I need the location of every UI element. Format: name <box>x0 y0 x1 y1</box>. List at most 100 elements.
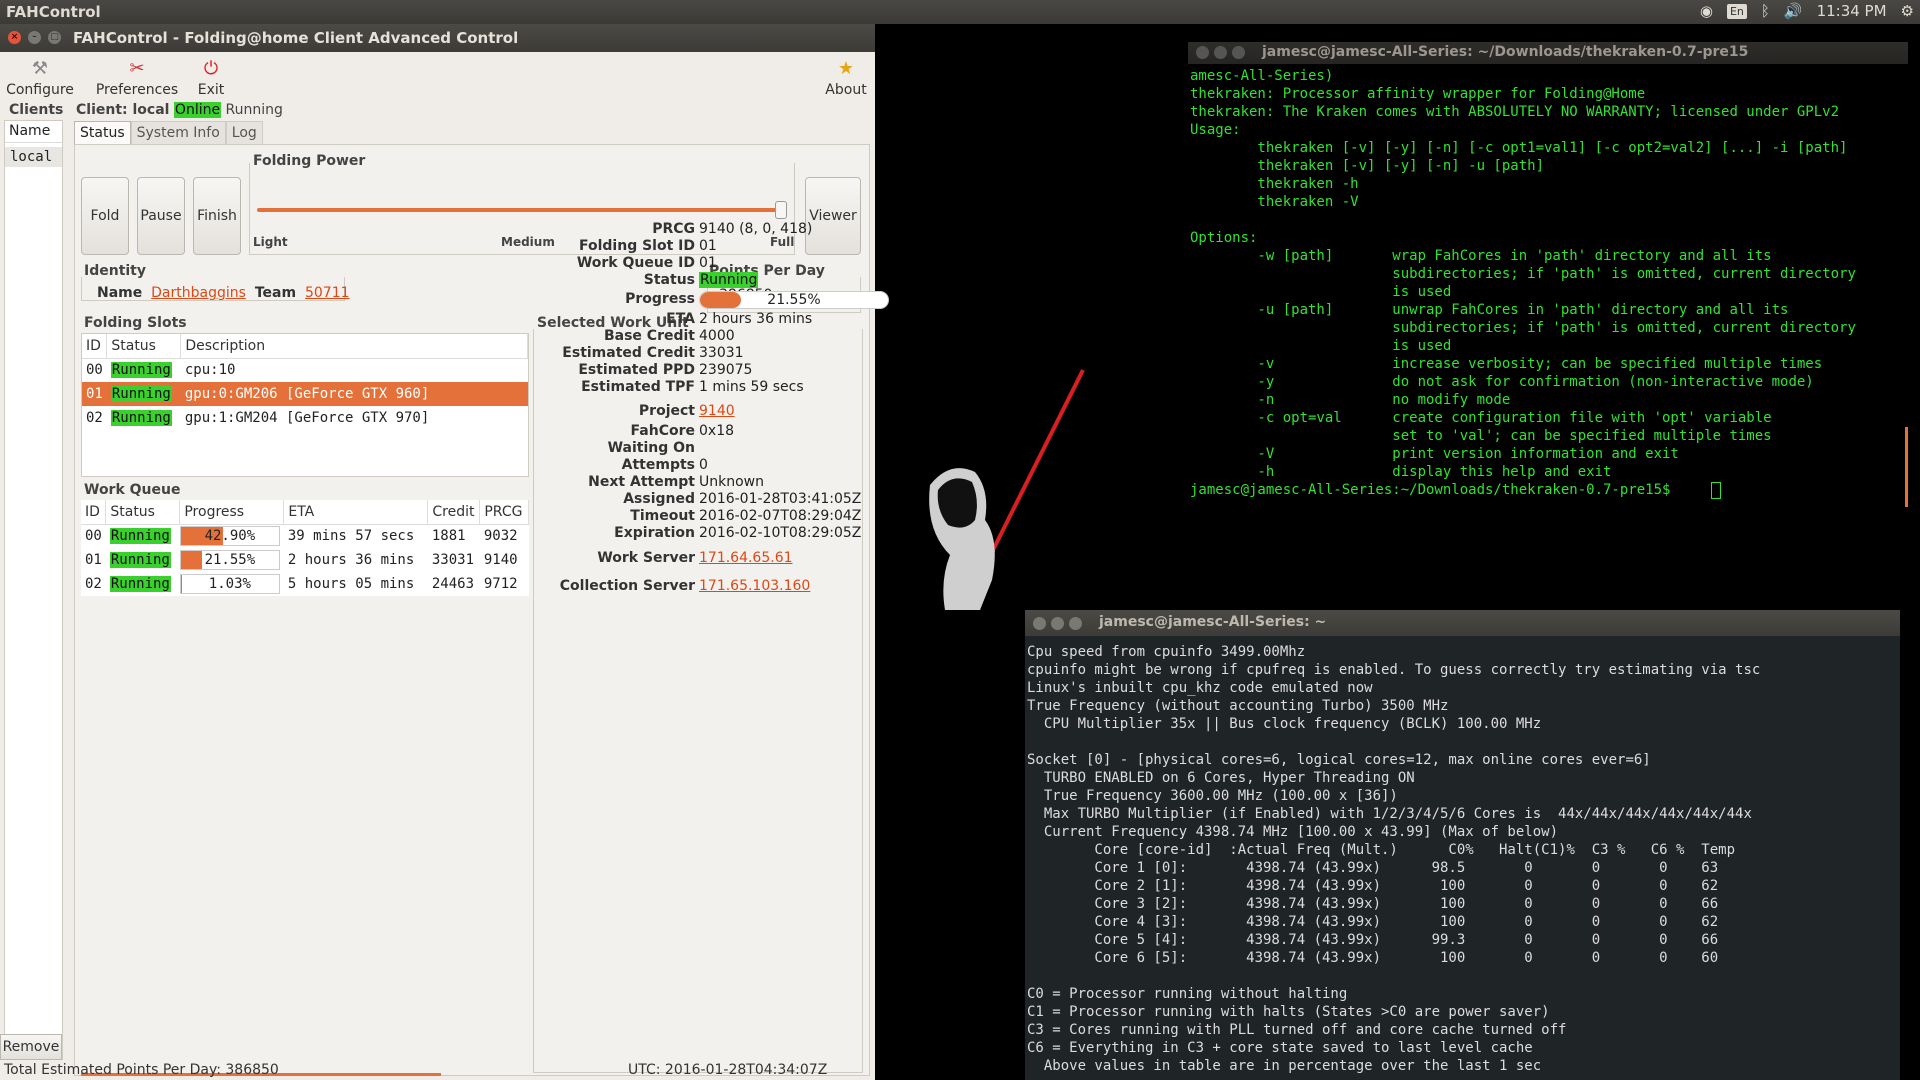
wu-cs-link[interactable]: 171.65.103.160 <box>699 578 810 594</box>
queue-col-status[interactable]: Status <box>105 500 181 525</box>
queue-col-prcg[interactable]: PRCG <box>479 500 529 525</box>
lightsaber-blade <box>991 369 1085 551</box>
online-badge: Online <box>173 102 222 118</box>
terminal-titlebar[interactable]: jamesc@jamesc-All-Series: ~ <box>1025 610 1900 636</box>
remove-button[interactable]: Remove <box>0 1034 62 1060</box>
window-titlebar[interactable]: × – □ FAHControl - Folding@home Client A… <box>0 24 875 52</box>
queue-id: 01 <box>85 552 102 568</box>
wu-project-link[interactable]: 9140 <box>699 403 735 419</box>
identity-team-link[interactable]: 50711 <box>305 285 350 301</box>
terminal-line: thekraken: The Kraken comes with ABSOLUT… <box>1190 104 1840 120</box>
gear-icon[interactable]: ⚙ <box>1901 2 1914 20</box>
wu-expiration-label: Expiration <box>614 525 695 541</box>
tab-system-info[interactable]: System Info <box>130 121 226 145</box>
queue-progress-text: 1.03% <box>208 576 251 592</box>
close-icon[interactable] <box>1033 617 1046 630</box>
queue-eta: 5 hours 05 mins <box>287 576 415 592</box>
keyboard-layout-indicator[interactable]: En <box>1726 3 1747 19</box>
queue-credit: 33031 <box>431 552 475 568</box>
queue-id: 00 <box>85 528 102 545</box>
wu-status-value: Running <box>699 272 759 288</box>
terminal-scrollbar[interactable] <box>1905 427 1908 507</box>
client-item-local[interactable]: local <box>5 147 62 167</box>
client-running-text: Running <box>225 102 283 118</box>
terminal-line: Core 6 [5]: 4398.74 (43.99x) 100 0 0 0 6… <box>1027 950 1719 966</box>
slots-col-id[interactable]: ID <box>82 334 108 359</box>
queue-eta: 39 mins 57 secs <box>287 528 415 545</box>
queue-credit: 1881 <box>431 528 466 545</box>
terminal-line: thekraken [-v] [-y] [-n] [-c opt1=val1] … <box>1190 140 1848 156</box>
terminal-cursor <box>1711 482 1721 499</box>
maximize-icon[interactable] <box>1069 617 1082 630</box>
terminal-thekraken[interactable]: jamesc@jamesc-All-Series: ~/Downloads/th… <box>1188 42 1908 507</box>
wu-progress-label: Progress <box>625 291 695 307</box>
slots-col-description[interactable]: Description <box>180 334 528 359</box>
viewer-button[interactable]: Viewer <box>805 177 861 255</box>
terminal-line: Core 1 [0]: 4398.74 (43.99x) 98.5 0 0 0 … <box>1027 860 1719 876</box>
clients-name-column[interactable]: Name <box>5 121 62 143</box>
table-row-selected[interactable]: 01 Running gpu:0:GM206 [GeForce GTX 960] <box>82 382 528 406</box>
queue-col-progress[interactable]: Progress <box>179 500 285 525</box>
close-icon[interactable]: × <box>8 31 21 44</box>
terminal-line: Usage: <box>1190 122 1241 138</box>
terminal-line: set to 'val'; can be specified multiple … <box>1190 428 1772 444</box>
wu-ws-link[interactable]: 171.64.65.61 <box>699 550 793 566</box>
terminal-line: Options: <box>1190 230 1258 246</box>
minimize-icon[interactable]: – <box>28 31 41 44</box>
slot-description: gpu:1:GM204 [GeForce GTX 970] <box>184 410 430 426</box>
table-row[interactable]: 00 Running 42.90% 39 mins 57 secs 1881 9032 <box>81 524 529 548</box>
queue-col-credit[interactable]: Credit <box>427 500 481 525</box>
slider-handle[interactable] <box>775 201 787 219</box>
wu-ppd-value: 239075 <box>699 362 753 378</box>
wu-core-label: FahCore <box>630 423 695 439</box>
queue-col-id[interactable]: ID <box>81 500 107 525</box>
clock[interactable]: 11:34 PM <box>1817 2 1887 20</box>
table-row[interactable]: 00 Running cpu:10 <box>82 358 528 382</box>
terminal-line: -u [path] unwrap FahCores in 'path' dire… <box>1190 302 1789 318</box>
slot-id: 01 <box>86 386 103 402</box>
wifi-icon[interactable]: ◉ <box>1700 2 1713 20</box>
minimize-icon[interactable] <box>1214 46 1227 59</box>
power-full-label: Full <box>770 235 795 249</box>
clients-header: Clients <box>9 102 64 118</box>
preferences-button[interactable]: ✂ Preferences <box>94 58 180 98</box>
about-button[interactable]: ★ About <box>823 58 869 98</box>
queue-col-eta[interactable]: ETA <box>283 500 429 525</box>
slots-col-status[interactable]: Status <box>106 334 182 359</box>
table-row[interactable]: 02 Running gpu:1:GM204 [GeForce GTX 970] <box>82 406 528 430</box>
tab-status[interactable]: Status <box>74 121 131 145</box>
terminal-line: Current Frequency 4398.74 MHz [100.00 x … <box>1027 824 1559 840</box>
terminal-line: amesc-All-Series) <box>1190 68 1334 84</box>
volume-icon[interactable]: 🔊 <box>1784 2 1803 20</box>
wu-cs-label: Collection Server <box>559 578 695 594</box>
wu-next-value: Unknown <box>699 474 764 490</box>
bluetooth-icon[interactable]: ᛒ <box>1761 2 1770 20</box>
work-queue-table: ID Status Progress ETA Credit PRCG 00 Run… <box>81 500 529 1076</box>
power-light-label: Light <box>253 235 288 249</box>
wu-queue-label: Work Queue ID <box>576 255 695 271</box>
table-row[interactable]: 01 Running 21.55% 2 hours 36 mins 33031 9140 <box>81 548 529 572</box>
terminal-line: jamesc@jamesc-All-Series:~/Downloads/the… <box>1190 482 1679 498</box>
close-icon[interactable] <box>1196 46 1209 59</box>
wu-assigned-label: Assigned <box>623 491 695 507</box>
pause-button[interactable]: Pause <box>137 177 185 255</box>
slot-status: Running <box>110 362 172 379</box>
maximize-icon[interactable] <box>1232 46 1245 59</box>
configure-label: Configure <box>6 82 74 98</box>
maximize-icon[interactable]: □ <box>48 31 61 44</box>
tab-log[interactable]: Log <box>225 121 263 145</box>
exit-button[interactable]: ⏻ Exit <box>194 58 228 98</box>
terminal-titlebar[interactable]: jamesc@jamesc-All-Series: ~/Downloads/th… <box>1188 42 1908 64</box>
wu-next-label: Next Attempt <box>588 474 695 490</box>
minimize-icon[interactable] <box>1051 617 1064 630</box>
fold-button[interactable]: Fold <box>81 177 129 255</box>
finish-button[interactable]: Finish <box>193 177 241 255</box>
configure-button[interactable]: ⚒ Configure <box>6 58 74 98</box>
queue-eta: 2 hours 36 mins <box>287 552 415 568</box>
wu-progress-text: 21.55% <box>767 292 821 308</box>
power-icon: ⏻ <box>203 58 219 79</box>
terminal-cpu-info[interactable]: jamesc@jamesc-All-Series: ~ Cpu speed fr… <box>1025 610 1900 1080</box>
folding-power-slider[interactable] <box>257 201 787 219</box>
identity-name-link[interactable]: Darthbaggins <box>151 285 246 301</box>
table-row[interactable]: 02 Running 1.03% 5 hours 05 mins 24463 9712 <box>81 572 529 596</box>
